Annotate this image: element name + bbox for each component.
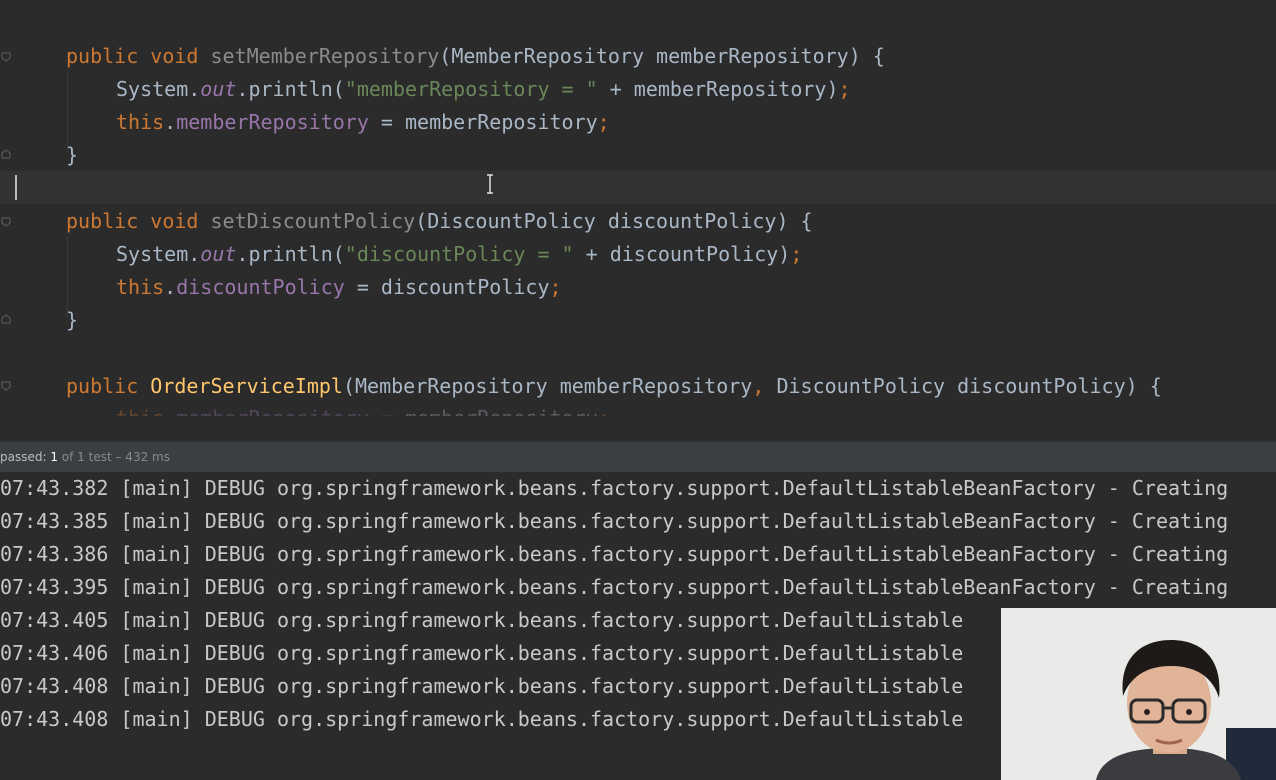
code-token: .println( — [236, 77, 345, 101]
code-line[interactable]: public OrderServiceImpl(MemberRepository… — [66, 370, 1162, 403]
ibeam-cursor-icon — [485, 174, 495, 194]
code-token: , — [752, 374, 777, 398]
code-token: DiscountPolicy discountPolicy) { — [776, 374, 1162, 398]
code-token: . — [164, 406, 176, 416]
code-token: } — [66, 143, 79, 167]
code-token: setMemberRepository — [210, 44, 440, 68]
code-token: .println( — [236, 242, 345, 266]
code-line[interactable]: this.discountPolicy = discountPolicy; — [116, 271, 562, 304]
code-token: System. — [116, 242, 201, 266]
code-token: void — [150, 209, 211, 233]
webcam-overlay — [1001, 608, 1276, 780]
current-line-highlight — [0, 171, 1276, 204]
code-token: public — [66, 209, 151, 233]
code-line[interactable]: System.out.println("discountPolicy = " +… — [116, 238, 802, 271]
code-token: System. — [116, 77, 201, 101]
presenter-avatar — [1001, 608, 1276, 780]
fold-marker-icon[interactable] — [1, 314, 11, 324]
code-token: (MemberRepository memberRepository) { — [439, 44, 885, 68]
code-token: (DiscountPolicy discountPolicy) { — [415, 209, 813, 233]
code-token: out — [200, 242, 237, 266]
editor-gutter — [0, 0, 14, 416]
code-token: void — [150, 44, 211, 68]
code-token: "memberRepository = " — [344, 77, 598, 101]
code-token: ; — [838, 77, 851, 101]
code-token: this — [116, 110, 165, 134]
code-token: } — [66, 308, 79, 332]
console-line: 07:43.395 [main] DEBUG org.springframewo… — [0, 575, 1229, 599]
code-token: discountPolicy — [176, 275, 345, 299]
console-line: 07:43.386 [main] DEBUG org.springframewo… — [0, 542, 1229, 566]
code-token: . — [164, 275, 177, 299]
code-token: memberRepository — [176, 110, 369, 134]
console-line: 07:43.405 [main] DEBUG org.springframewo… — [0, 608, 964, 632]
code-token: OrderServiceImpl — [150, 374, 343, 398]
console-line: 07:43.382 [main] DEBUG org.springframewo… — [0, 476, 1229, 500]
code-token: (MemberRepository memberRepository — [342, 374, 753, 398]
code-line[interactable]: System.out.println("memberRepository = "… — [116, 73, 851, 106]
code-token: ; — [598, 406, 610, 416]
code-token: memberRepository — [176, 406, 369, 416]
code-token: = memberRepository — [369, 406, 598, 416]
code-token: . — [164, 110, 177, 134]
code-token: = memberRepository — [368, 110, 598, 134]
code-line[interactable]: this.memberRepository = memberRepository… — [116, 402, 610, 416]
code-token: public — [66, 44, 151, 68]
code-editor[interactable]: public void setMemberRepository(MemberRe… — [0, 0, 1276, 416]
code-token: public — [66, 374, 151, 398]
code-token: = discountPolicy — [344, 275, 550, 299]
code-line[interactable]: public void setMemberRepository(MemberRe… — [66, 40, 885, 73]
test-status-bar: passed: 1 of 1 test – 432 ms — [0, 441, 1276, 473]
text-caret — [15, 175, 17, 200]
code-token: this — [116, 406, 164, 416]
code-token: this — [116, 275, 165, 299]
console-line: 07:43.408 [main] DEBUG org.springframewo… — [0, 674, 964, 698]
test-result-summary: passed: 1 of 1 test – 432 ms — [0, 450, 170, 464]
fold-marker-icon[interactable] — [1, 149, 11, 159]
code-token: ; — [790, 242, 803, 266]
code-line[interactable]: this.memberRepository = memberRepository… — [116, 106, 610, 139]
fold-marker-icon[interactable] — [1, 217, 11, 227]
code-token: out — [200, 77, 237, 101]
code-line[interactable]: } — [66, 139, 78, 172]
code-token: + memberRepository) — [597, 77, 839, 101]
code-token: ; — [597, 110, 610, 134]
panel-divider[interactable] — [0, 416, 1276, 441]
console-line: 07:43.385 [main] DEBUG org.springframewo… — [0, 509, 1229, 533]
code-token: "discountPolicy = " — [344, 242, 574, 266]
console-line: 07:43.406 [main] DEBUG org.springframewo… — [0, 641, 964, 665]
fold-marker-icon[interactable] — [1, 381, 11, 391]
console-line: 07:43.408 [main] DEBUG org.springframewo… — [0, 707, 964, 731]
code-token: setDiscountPolicy — [210, 209, 416, 233]
code-line[interactable]: public void setDiscountPolicy(DiscountPo… — [66, 205, 813, 238]
code-token: + discountPolicy) — [573, 242, 791, 266]
fold-marker-icon[interactable] — [1, 52, 11, 62]
code-line[interactable]: } — [66, 304, 78, 337]
code-token: ; — [549, 275, 562, 299]
